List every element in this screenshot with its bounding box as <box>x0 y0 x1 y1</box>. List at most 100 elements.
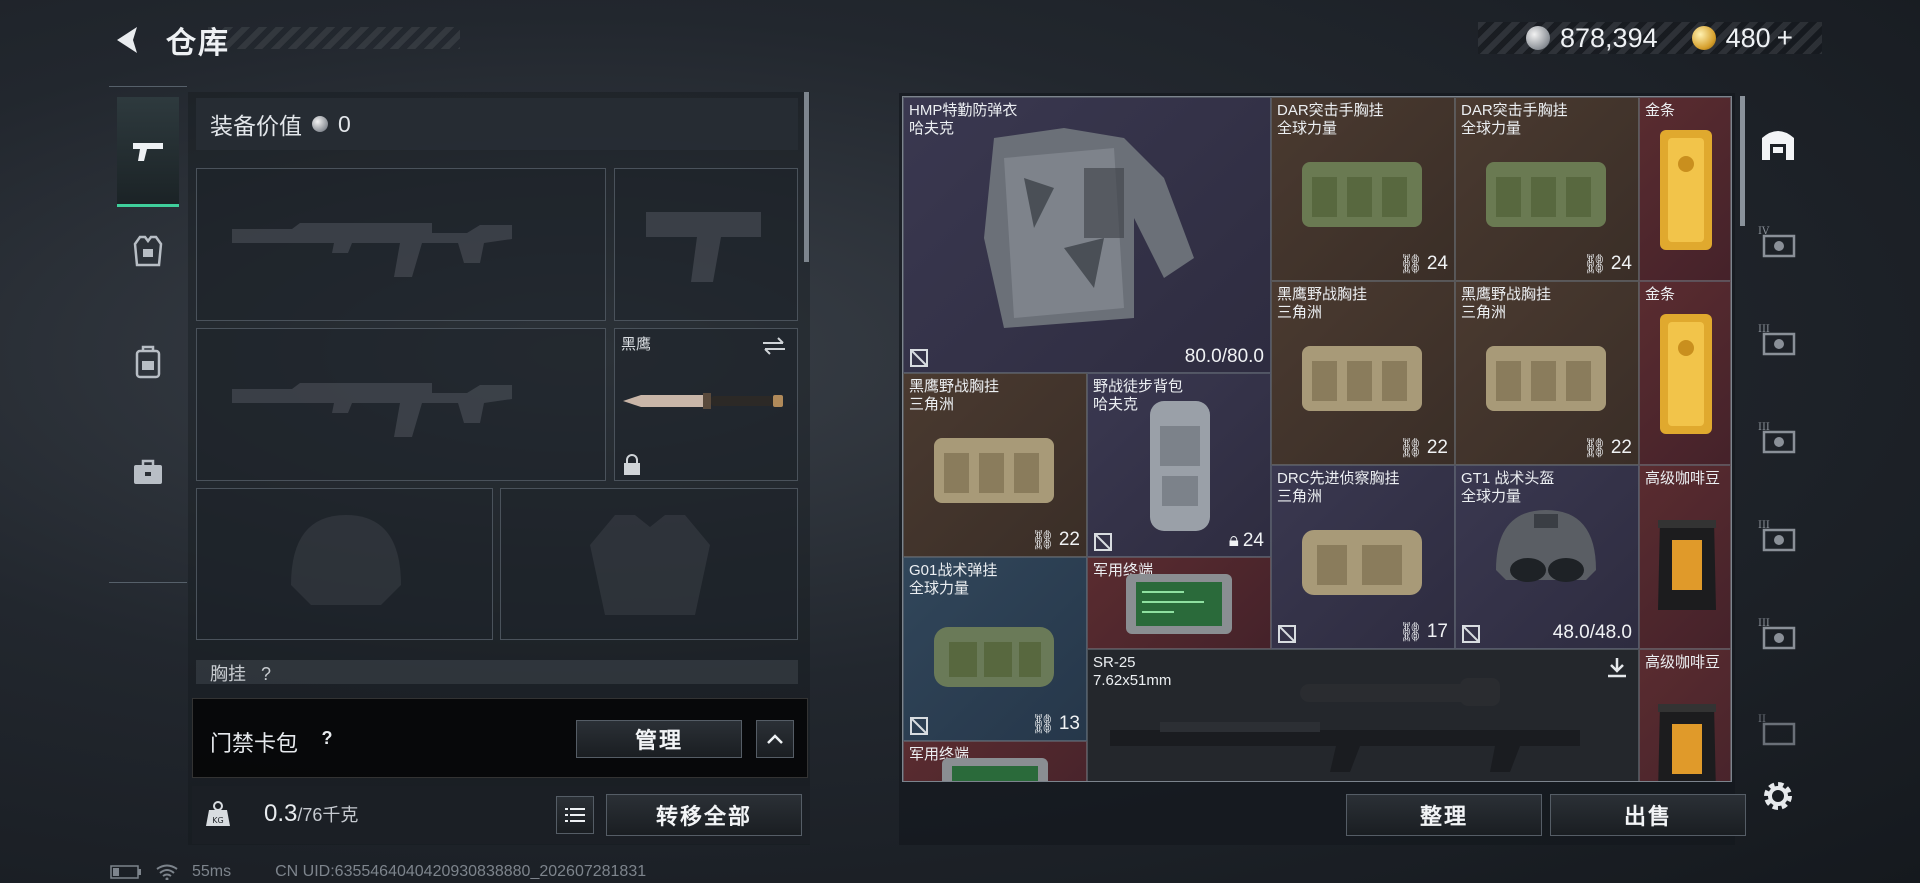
stash-item[interactable]: 黑鹰野战胸挂 三角洲 ⛓ 22 <box>1455 281 1639 465</box>
weight-readout: 0.3/76千克 <box>264 800 358 828</box>
item-name: DAR突击手胸挂 <box>1277 102 1384 119</box>
coffee-bag-icon <box>1658 520 1716 610</box>
stash-item[interactable]: 金条 <box>1639 97 1731 281</box>
stash-item[interactable]: HMP特勤防弹衣 哈夫克 80.0/80.0 <box>903 97 1271 373</box>
keycard-pack-label: 门禁卡包 <box>210 731 299 756</box>
stash-item[interactable]: SR-25 7.62x51mm <box>1087 649 1639 781</box>
crate-icon: III <box>1758 618 1796 650</box>
count-icon: ⛓ <box>1398 438 1423 459</box>
title-decoration <box>208 27 460 49</box>
stash-item[interactable]: 高级咖啡豆 <box>1639 649 1731 781</box>
stash-item[interactable]: DAR突击手胸挂 全球力量 ⛓ 24 <box>1455 97 1639 281</box>
nav-weapons[interactable] <box>117 97 179 207</box>
crate-icon: IV <box>1758 226 1796 258</box>
secondary-weapon-slot[interactable] <box>196 328 606 481</box>
stash-item[interactable]: 军用终端 <box>1087 557 1271 649</box>
manage-button[interactable]: 管理 <box>576 720 742 758</box>
stash-tab-3c[interactable]: III <box>1756 514 1800 558</box>
broken-item-icon <box>910 349 928 367</box>
sort-button[interactable]: 整理 <box>1346 794 1542 836</box>
item-count: 24 <box>1610 253 1632 274</box>
helmet-item-icon <box>1496 510 1596 582</box>
stash-tab-main[interactable] <box>1756 122 1800 166</box>
equipment-value-label: 装备价值 <box>210 113 302 139</box>
expand-button[interactable] <box>756 720 794 758</box>
broken-item-icon <box>1462 625 1480 643</box>
sell-button[interactable]: 出售 <box>1550 794 1746 836</box>
status-bar: 55ms CN UID:6355464040420930838880_20260… <box>110 863 646 881</box>
back-button[interactable] <box>108 20 148 60</box>
pistol-slot[interactable] <box>614 168 798 321</box>
item-name: 高级咖啡豆 <box>1645 654 1721 671</box>
silver-coin-icon <box>1526 26 1550 50</box>
item-count: 13 <box>1058 713 1080 734</box>
item-count: 24 <box>1242 530 1264 551</box>
chest-rig-item-icon <box>934 438 1054 503</box>
stash-item[interactable]: 金条 <box>1639 281 1731 465</box>
equipment-value: 0 <box>338 110 351 137</box>
stash-item[interactable]: DAR突击手胸挂 全球力量 ⛓ 24 <box>1271 97 1455 281</box>
add-currency-button[interactable]: + <box>1777 22 1793 54</box>
crate-icon: II <box>1758 714 1796 746</box>
armor-silhouette-icon <box>590 515 710 615</box>
stash-tab-3b[interactable]: III <box>1756 416 1800 460</box>
broken-item-icon <box>1094 533 1112 551</box>
pistol-icon <box>133 142 163 161</box>
stash-item[interactable]: 黑鹰野战胸挂 三角洲 ⛓ 22 <box>1271 281 1455 465</box>
chest-rig-item-icon <box>1302 530 1422 595</box>
stash-item[interactable]: 黑鹰野战胸挂 三角洲 ⛓ 22 <box>903 373 1087 557</box>
stash-item[interactable]: 野战徒步背包 哈夫克 🔒︎ 24 <box>1087 373 1271 557</box>
item-sub: 三角洲 <box>1461 304 1507 321</box>
melee-slot[interactable]: 黑鹰 <box>614 328 798 481</box>
item-name: DAR突击手胸挂 <box>1461 102 1568 119</box>
chest-rig-item-icon <box>1486 162 1606 227</box>
stash-tab-4[interactable]: IV <box>1756 220 1800 264</box>
stash-tab-3a[interactable]: III <box>1756 318 1800 362</box>
item-name: DRC先进侦察胸挂 <box>1277 470 1400 487</box>
settings-button[interactable] <box>1760 778 1796 819</box>
melee-label: 黑鹰 <box>621 336 652 353</box>
stash-scrollbar[interactable] <box>1740 96 1745 226</box>
help-icon[interactable]: ? <box>314 725 340 751</box>
loadout-scrollbar[interactable] <box>804 92 809 262</box>
item-sub: 全球力量 <box>1277 120 1338 137</box>
stash-tab-2[interactable]: II <box>1756 708 1800 752</box>
crate-icon: III <box>1758 520 1796 552</box>
stash-item[interactable]: 军用终端 <box>903 741 1087 781</box>
item-name: G01战术弹挂 <box>909 562 998 579</box>
stash-tab-3d[interactable]: III <box>1756 612 1800 656</box>
count-icon: ⛓ <box>1582 438 1607 459</box>
weight-value: 0.3 <box>264 800 298 827</box>
stash-item[interactable]: GT1 战术头盔 全球力量 48.0/48.0 <box>1455 465 1639 649</box>
chest-rig-item-icon <box>934 627 1054 687</box>
gold-amount: 480 <box>1725 22 1771 53</box>
stash-item[interactable]: 高级咖啡豆 <box>1639 465 1731 649</box>
stash-item[interactable]: DRC先进侦察胸挂 三角洲 ⛓ 17 <box>1271 465 1455 649</box>
stash-item[interactable]: G01战术弹挂 全球力量 ⛓ 13 <box>903 557 1087 741</box>
sniper-rifle-icon <box>1110 678 1580 772</box>
svg-text:KG: KG <box>212 816 223 825</box>
list-view-button[interactable] <box>556 796 594 834</box>
armor-slot[interactable] <box>500 488 798 640</box>
nav-case[interactable] <box>117 417 179 527</box>
transfer-all-button[interactable]: 转移全部 <box>606 794 802 836</box>
nav-armor[interactable] <box>117 197 179 307</box>
back-arrow-icon <box>117 27 137 53</box>
briefcase-icon <box>134 459 162 484</box>
item-durability: 80.0/80.0 <box>1184 346 1264 367</box>
chest-rig-help: ? <box>261 664 272 684</box>
equipment-value-bar: 装备价值 0 <box>196 98 798 150</box>
item-sub: 三角洲 <box>1277 488 1323 505</box>
item-count: 22 <box>1058 529 1080 550</box>
helmet-slot[interactable] <box>196 488 493 640</box>
primary-weapon-slot[interactable] <box>196 168 606 321</box>
item-name: 高级咖啡豆 <box>1645 470 1721 487</box>
nav-backpack[interactable] <box>117 307 179 417</box>
weight-capacity: /76千克 <box>297 805 359 825</box>
item-sub: 全球力量 <box>1461 120 1522 137</box>
item-name: 黑鹰野战胸挂 <box>909 378 1000 395</box>
lock-icon <box>624 454 640 475</box>
chest-rig-item-icon <box>1302 346 1422 411</box>
swap-icon[interactable] <box>761 337 787 355</box>
terminal-icon <box>942 758 1048 781</box>
